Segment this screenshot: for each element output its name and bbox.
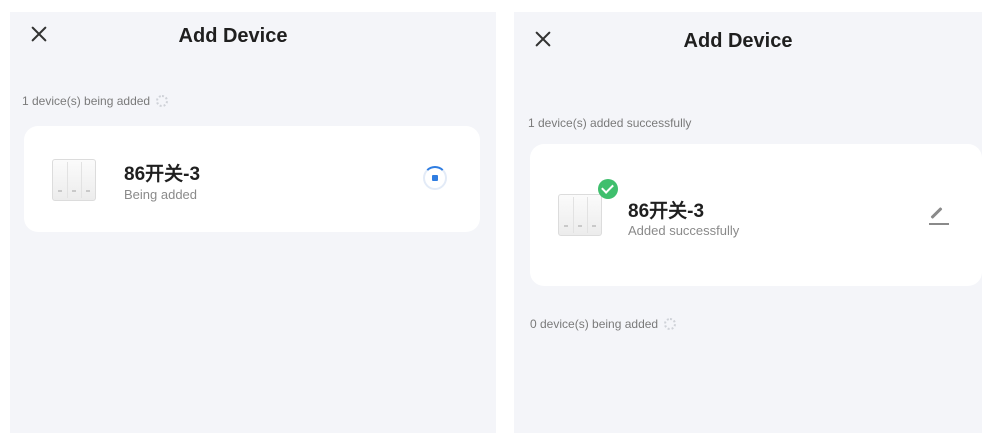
switch-device-icon [52, 159, 96, 201]
page-title: Add Device [178, 25, 288, 47]
edit-icon[interactable] [928, 204, 950, 226]
device-card[interactable]: 86开关-3 Being added [24, 126, 480, 232]
add-device-screen-adding: Add Device 1 device(s) being added 86开关-… [10, 12, 496, 433]
device-status: Being added [124, 187, 198, 202]
add-device-screen-success: Add Device 1 device(s) added successfull… [514, 12, 982, 433]
success-status-label: 1 device(s) added successfully [528, 116, 692, 130]
switch-device-icon [558, 194, 602, 236]
adding-status-text: 0 device(s) being added [530, 317, 677, 331]
loading-icon [423, 166, 447, 190]
device-card[interactable]: 86开关-3 Added successfully [530, 144, 982, 286]
spinner-icon [664, 318, 677, 330]
adding-status-text: 1 device(s) being added [22, 94, 169, 108]
adding-status-label: 1 device(s) being added [22, 94, 151, 108]
device-status: Added successfully [628, 223, 740, 238]
device-name: 86开关-3 [628, 201, 705, 222]
adding-status-label: 0 device(s) being added [530, 317, 659, 331]
success-status-text: 1 device(s) added successfully [528, 116, 691, 130]
check-icon [598, 179, 618, 199]
spinner-icon [156, 95, 169, 107]
page-title: Add Device [683, 30, 793, 52]
device-name: 86开关-3 [124, 164, 201, 185]
